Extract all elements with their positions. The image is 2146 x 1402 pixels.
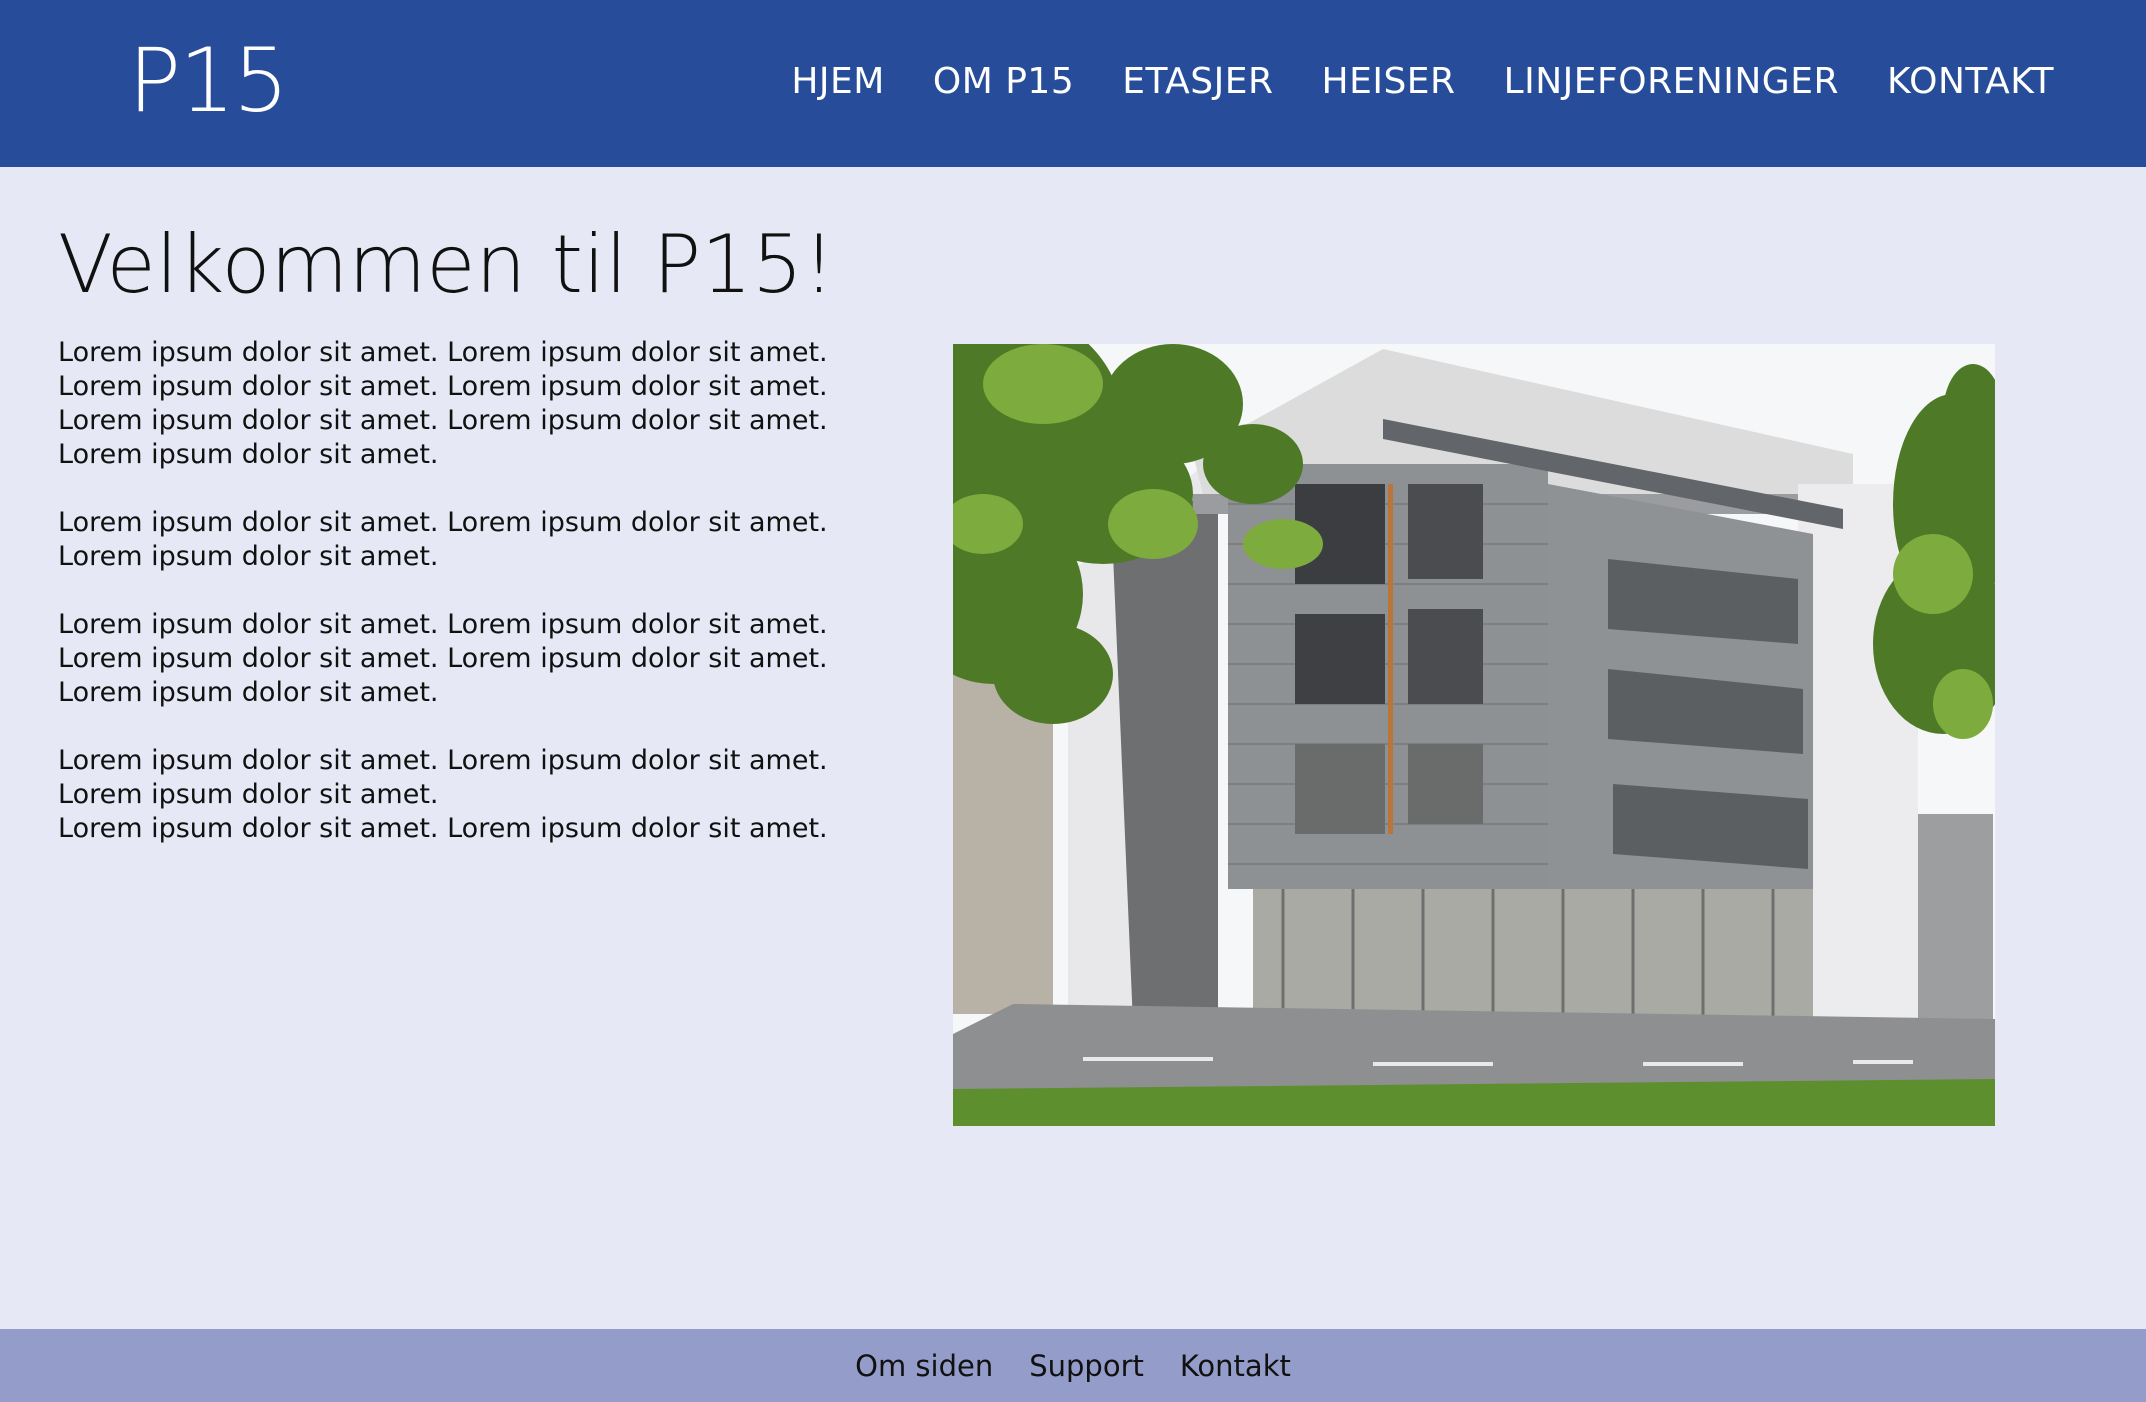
paragraph: Lorem ipsum dolor sit amet. Lorem ipsum … [58,609,828,708]
nav-item-om-p15[interactable]: OM P15 [933,56,1074,108]
nav-item-hjem[interactable]: HJEM [791,56,885,108]
nav-item-linjeforeninger[interactable]: LINJEFORENINGER [1504,56,1839,108]
footer-link-om-siden[interactable]: Om siden [855,1346,993,1386]
nav-item-kontakt[interactable]: KONTAKT [1887,56,2054,108]
paragraph: Lorem ipsum dolor sit amet. Lorem ipsum … [58,745,828,810]
paragraph: Lorem ipsum dolor sit amet. Lorem ipsum … [58,813,828,844]
site-logo[interactable]: P15 [128,26,289,136]
site-header: P15 HJEM OM P15 ETASJER HEISER LINJEFORE… [0,0,2146,167]
footer-link-support[interactable]: Support [1029,1346,1144,1386]
main-nav: HJEM OM P15 ETASJER HEISER LINJEFORENING… [791,56,2054,108]
building-photo [953,344,1995,1126]
nav-item-etasjer[interactable]: ETASJER [1122,56,1273,108]
nav-item-heiser[interactable]: HEISER [1322,56,1456,108]
site-footer: Om siden Support Kontakt [0,1329,2146,1402]
intro-text: Lorem ipsum dolor sit amet. Lorem ipsum … [58,336,908,846]
paragraph: Lorem ipsum dolor sit amet. Lorem ipsum … [58,337,828,470]
paragraph: Lorem ipsum dolor sit amet. Lorem ipsum … [58,507,828,572]
footer-link-kontakt[interactable]: Kontakt [1180,1346,1291,1386]
page-title: Velkommen til P15! [58,218,835,311]
